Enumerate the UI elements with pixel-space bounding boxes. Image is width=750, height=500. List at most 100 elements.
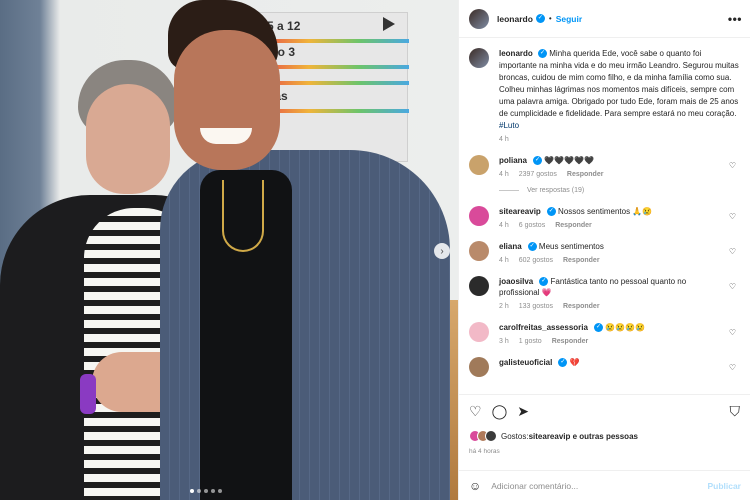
like-comment-heart-icon[interactable]: ♡ [729, 247, 736, 256]
like-comment-heart-icon[interactable]: ♡ [729, 282, 736, 291]
carousel-dot [190, 489, 194, 493]
comment-avatar[interactable] [469, 241, 489, 261]
comment-likes[interactable]: 2397 gostos [519, 171, 557, 178]
comment-time: 4 h [499, 171, 509, 178]
carousel-dot [211, 489, 215, 493]
comment-bubble-icon[interactable]: ◯ [492, 403, 508, 420]
comments-list[interactable]: leonardo ✓ Minha querida Ede, você sabe … [459, 38, 750, 394]
save-bookmark-icon[interactable]: ⛉ [730, 403, 741, 420]
comment-username[interactable]: poliana [499, 156, 527, 165]
comment: siteareavip ✓ Nossos sentimentos 🙏😢 4 h 6… [469, 206, 740, 229]
comment-likes[interactable]: 133 gostos [519, 303, 553, 310]
share-send-icon[interactable]: ➤ [517, 403, 529, 420]
man-chain [222, 180, 264, 252]
liker-avatars[interactable] [469, 430, 497, 442]
carousel-dot [218, 489, 222, 493]
comment-body: galisteuoficial ✓ 💔 [499, 357, 740, 377]
follow-button[interactable]: Seguir [556, 14, 582, 24]
comment-username[interactable]: carolfreitas_assessoria [499, 323, 588, 332]
add-comment-input[interactable] [491, 480, 708, 491]
reply-button[interactable]: Responder [563, 303, 600, 310]
emoji-picker-icon[interactable]: ☺ [469, 479, 481, 493]
verified-badge-icon: ✓ [535, 14, 545, 23]
instagram-post: 5 a 12 dio 3 bas › [0, 0, 750, 500]
comment-body: joaosilva ✓ Fantástica tanto no pessoal q… [499, 276, 740, 310]
add-comment-bar: ☺ Publicar [459, 470, 750, 500]
comment-avatar[interactable] [469, 155, 489, 175]
publish-button[interactable]: Publicar [707, 481, 741, 491]
caption-text-block: leonardo ✓ Minha querida Ede, você sabe … [499, 48, 740, 132]
comment-time: 4 h [499, 222, 509, 229]
comment-text: 🖤🖤🖤🖤🖤 [544, 156, 595, 165]
author-avatar[interactable] [469, 8, 489, 29]
comment-username[interactable]: joaosilva [499, 277, 533, 286]
comment: carolfreitas_assessoria ✓ 😢😢😢😢 3 h 1 gost… [469, 322, 740, 345]
comment-text: 😢😢😢😢 [605, 323, 646, 332]
like-comment-heart-icon[interactable]: ♡ [729, 363, 736, 372]
comment-text-line: siteareavip ✓ Nossos sentimentos 🙏😢 [499, 206, 722, 217]
verified-badge-icon: ✓ [558, 358, 568, 368]
carousel-dot [197, 489, 201, 493]
verified-badge-icon: ✓ [538, 49, 548, 59]
post-time-ago: há 4 horas [469, 448, 500, 455]
comment-likes[interactable]: 1 gosto [519, 338, 542, 345]
like-heart-icon[interactable]: ♡ [469, 403, 482, 420]
comment-likes[interactable]: 6 gostos [519, 222, 545, 229]
view-replies-button[interactable]: Ver respostas (19) [499, 187, 740, 194]
liker-avatar [485, 430, 497, 442]
hashtag-link[interactable]: #Luto [499, 121, 519, 130]
comment-time: 4 h [499, 257, 509, 264]
comment-text: 💔 [569, 358, 580, 367]
comment-avatar[interactable] [469, 206, 489, 226]
comment-meta: 4 h 602 gostos Responder [499, 257, 722, 264]
reply-button[interactable]: Responder [555, 222, 592, 229]
reply-button[interactable]: Responder [567, 171, 604, 178]
comment-username[interactable]: galisteuoficial [499, 358, 552, 367]
caption-time: 4 h [499, 136, 509, 143]
reply-button[interactable]: Responder [552, 338, 589, 345]
comment-text-line: galisteuoficial ✓ 💔 [499, 357, 722, 368]
author-username[interactable]: leonardo [497, 14, 533, 24]
caption-body: Minha querida Ede, você sabe o quanto fo… [499, 49, 739, 118]
comment-likes[interactable]: 602 gostos [519, 257, 553, 264]
like-comment-heart-icon[interactable]: ♡ [729, 161, 736, 170]
comment-meta: 3 h 1 gosto Responder [499, 338, 722, 345]
verified-badge-icon: ✓ [533, 156, 543, 166]
caption-avatar[interactable] [469, 48, 489, 68]
comment-avatar[interactable] [469, 322, 489, 342]
carousel-dots [190, 489, 222, 493]
carousel-dot [204, 489, 208, 493]
comment-text-line: eliana ✓ Meus sentimentos [499, 241, 722, 252]
comment: eliana ✓ Meus sentimentos 4 h 602 gostos … [469, 241, 740, 264]
comment-avatar[interactable] [469, 276, 489, 296]
verified-badge-icon: ✓ [546, 207, 556, 217]
likes-summary: Gostos: siteareavip e outras pessoas [469, 430, 740, 442]
comment-body: poliana ✓ 🖤🖤🖤🖤🖤 4 h 2397 gostos Responder [499, 155, 740, 178]
comment-username[interactable]: siteareavip [499, 207, 541, 216]
more-options-icon[interactable]: ••• [728, 12, 742, 26]
comment-avatar[interactable] [469, 357, 489, 377]
comment-text: Meus sentimentos [538, 242, 604, 251]
post-caption: leonardo ✓ Minha querida Ede, você sabe … [469, 48, 740, 132]
like-comment-heart-icon[interactable]: ♡ [729, 212, 736, 221]
post-photo[interactable]: 5 a 12 dio 3 bas › [0, 0, 458, 500]
comment-username[interactable]: eliana [499, 242, 522, 251]
caption-username[interactable]: leonardo [499, 49, 533, 58]
photo-man [160, 0, 450, 500]
verified-badge-icon: ✓ [593, 323, 603, 333]
reply-button[interactable]: Responder [563, 257, 600, 264]
woman-face [86, 84, 170, 194]
next-photo-button[interactable]: › [434, 243, 450, 259]
separator-dot: • [548, 14, 552, 23]
comment-time: 2 h [499, 303, 509, 310]
comment: galisteuoficial ✓ 💔 ♡ [469, 357, 740, 377]
verified-badge-icon: ✓ [527, 242, 537, 252]
comment-meta: 4 h 2397 gostos Responder [499, 171, 722, 178]
woman-wristband [80, 374, 96, 414]
verified-badge-icon: ✓ [539, 277, 549, 287]
comment-text-line: poliana ✓ 🖤🖤🖤🖤🖤 [499, 155, 722, 166]
man-face [174, 30, 280, 170]
comment-body: siteareavip ✓ Nossos sentimentos 🙏😢 4 h 6… [499, 206, 740, 229]
likes-names[interactable]: siteareavip e outras pessoas [529, 432, 638, 441]
like-comment-heart-icon[interactable]: ♡ [729, 328, 736, 337]
